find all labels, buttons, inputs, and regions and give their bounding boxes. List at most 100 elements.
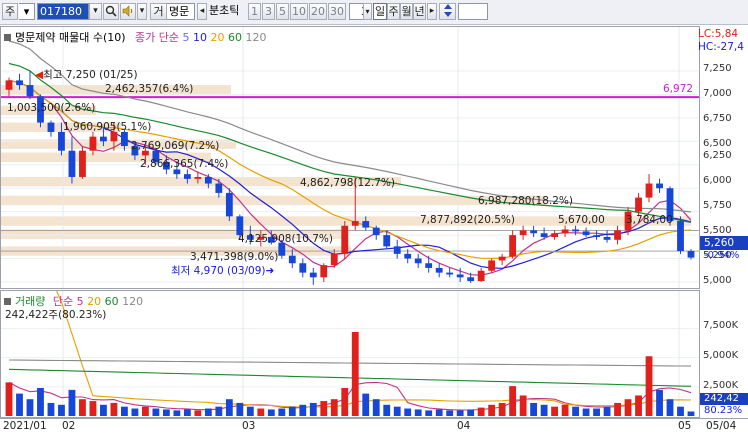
volume-ma-120[interactable]: 120 xyxy=(122,295,143,308)
volume-bar xyxy=(299,404,307,416)
volume-bar xyxy=(288,406,296,416)
volume-bar xyxy=(456,410,464,416)
candle-body xyxy=(100,136,107,142)
volume-bar xyxy=(309,402,317,416)
hline-value: 6,972 xyxy=(663,83,694,95)
candle-body xyxy=(383,235,391,247)
candle-body xyxy=(435,267,443,273)
volume-bar xyxy=(488,404,496,416)
candle-body xyxy=(194,176,202,179)
scroll-updown-icon[interactable] xyxy=(439,3,456,20)
period-5-button[interactable]: 5 xyxy=(276,3,289,20)
volume-bar xyxy=(236,402,244,416)
ma-20[interactable]: 20 xyxy=(211,31,225,44)
candle-body xyxy=(614,230,621,240)
x-tick: 03 xyxy=(242,420,256,432)
candle-body xyxy=(467,277,475,282)
candle-body xyxy=(89,136,97,151)
volume-bar xyxy=(100,404,107,416)
volume-bar xyxy=(635,395,642,416)
ma-120[interactable]: 120 xyxy=(246,31,267,44)
volume-bar xyxy=(446,410,454,416)
volume-bar xyxy=(131,408,139,416)
market-dropdown[interactable]: ▾ xyxy=(19,3,35,20)
candle-body xyxy=(687,251,695,258)
vp-label-8b: 5,670,00 xyxy=(558,214,605,226)
ma-label[interactable]: 종가 단순 xyxy=(135,31,179,44)
price-tick: 5,750 xyxy=(703,200,732,211)
volume-bar xyxy=(183,409,191,416)
interval-spinner[interactable]: ▾ xyxy=(363,3,372,20)
collapse-icon[interactable] xyxy=(4,34,11,41)
candle-body xyxy=(26,85,34,97)
candle-body xyxy=(498,256,506,261)
period-3-button[interactable]: 3 xyxy=(262,3,275,20)
candle-body xyxy=(79,150,86,177)
candle-body xyxy=(16,80,23,86)
volume-bar xyxy=(393,406,401,416)
volume-bar xyxy=(47,402,55,416)
unit-year-button[interactable]: 년 xyxy=(413,3,426,20)
period-unit-label[interactable]: 분초틱 xyxy=(207,3,247,20)
price-tick: 5,500 xyxy=(703,225,732,236)
extra-input[interactable] xyxy=(458,3,488,20)
stock-name-button[interactable]: 거 xyxy=(150,3,167,20)
period-20-button[interactable]: 20 xyxy=(309,3,327,20)
volume-bar xyxy=(656,389,663,416)
high-arrow-icon: ◀ xyxy=(35,69,44,81)
volume-bar xyxy=(372,399,380,416)
volume-bar xyxy=(645,356,653,416)
speaker-dropdown-arrow[interactable]: ▾ xyxy=(137,3,147,20)
period-1-button[interactable]: 1 xyxy=(248,3,261,20)
candle-body xyxy=(204,176,212,184)
volume-bar xyxy=(320,401,328,416)
vp-label-3: 1,960,905(5.1%) xyxy=(63,121,152,133)
candle-body xyxy=(488,260,496,271)
vp-label-2: 1,003,500(2.6%) xyxy=(7,102,96,114)
lc-label: LC:5,84 xyxy=(698,28,739,40)
volume-bar xyxy=(141,406,149,416)
collapse-icon[interactable] xyxy=(4,298,11,305)
price-tick: 5,000 xyxy=(703,275,732,286)
period-30-button[interactable]: 30 xyxy=(328,3,346,20)
volume-ma-60[interactable]: 60 xyxy=(105,295,119,308)
ma-60[interactable]: 60 xyxy=(228,31,242,44)
volume-bar xyxy=(603,406,611,416)
market-button[interactable]: 주 xyxy=(2,3,18,20)
volume-bar xyxy=(110,402,118,416)
candle-body xyxy=(351,221,359,226)
high-label: ◀최고 7,250 (01/25) xyxy=(35,69,138,81)
volume-bar xyxy=(383,404,391,416)
candle-body xyxy=(477,270,485,282)
magnifier-icon[interactable] xyxy=(103,3,119,20)
vp-label-1: 2,462,357(6.4%) xyxy=(105,83,194,95)
x-tick: 05 xyxy=(678,420,692,432)
x-tick: 04 xyxy=(457,420,471,432)
ma10-line xyxy=(8,79,692,269)
volume-bar xyxy=(572,406,579,416)
volume-bar xyxy=(37,388,44,416)
candle-body xyxy=(68,150,76,177)
volume-pane: 거래량 단순 5 20 60 120 242,422주(80.23%) xyxy=(0,290,700,418)
code-dropdown-arrow[interactable]: ▾ xyxy=(89,3,102,20)
next-arrow-icon[interactable]: ▸ xyxy=(427,3,437,20)
low-label: 최저 4,970 (03/09)➜ xyxy=(171,265,275,277)
volume-bar xyxy=(225,399,233,416)
prev-arrow-icon[interactable]: ◂ xyxy=(197,3,207,20)
price-pane-title: 명문제약 매물대 수(10) xyxy=(15,31,126,44)
volume-bar xyxy=(215,406,223,416)
unit-week-button[interactable]: 주 xyxy=(387,3,400,20)
volume-bar xyxy=(435,409,443,416)
volume-bar xyxy=(267,409,275,416)
unit-month-button[interactable]: 월 xyxy=(400,3,413,20)
ma-10[interactable]: 10 xyxy=(193,31,207,44)
volume-bar xyxy=(278,408,286,416)
speaker-icon[interactable] xyxy=(120,3,136,20)
candle-body xyxy=(635,197,642,212)
period-10-button[interactable]: 10 xyxy=(290,3,308,20)
candle-body xyxy=(530,230,538,234)
unit-day-button[interactable]: 일 xyxy=(373,3,387,20)
stock-code-input[interactable]: 017180 xyxy=(37,3,89,20)
ma-5[interactable]: 5 xyxy=(183,31,190,44)
vp-label-9: 4,125,908(10.7%) xyxy=(238,233,333,245)
